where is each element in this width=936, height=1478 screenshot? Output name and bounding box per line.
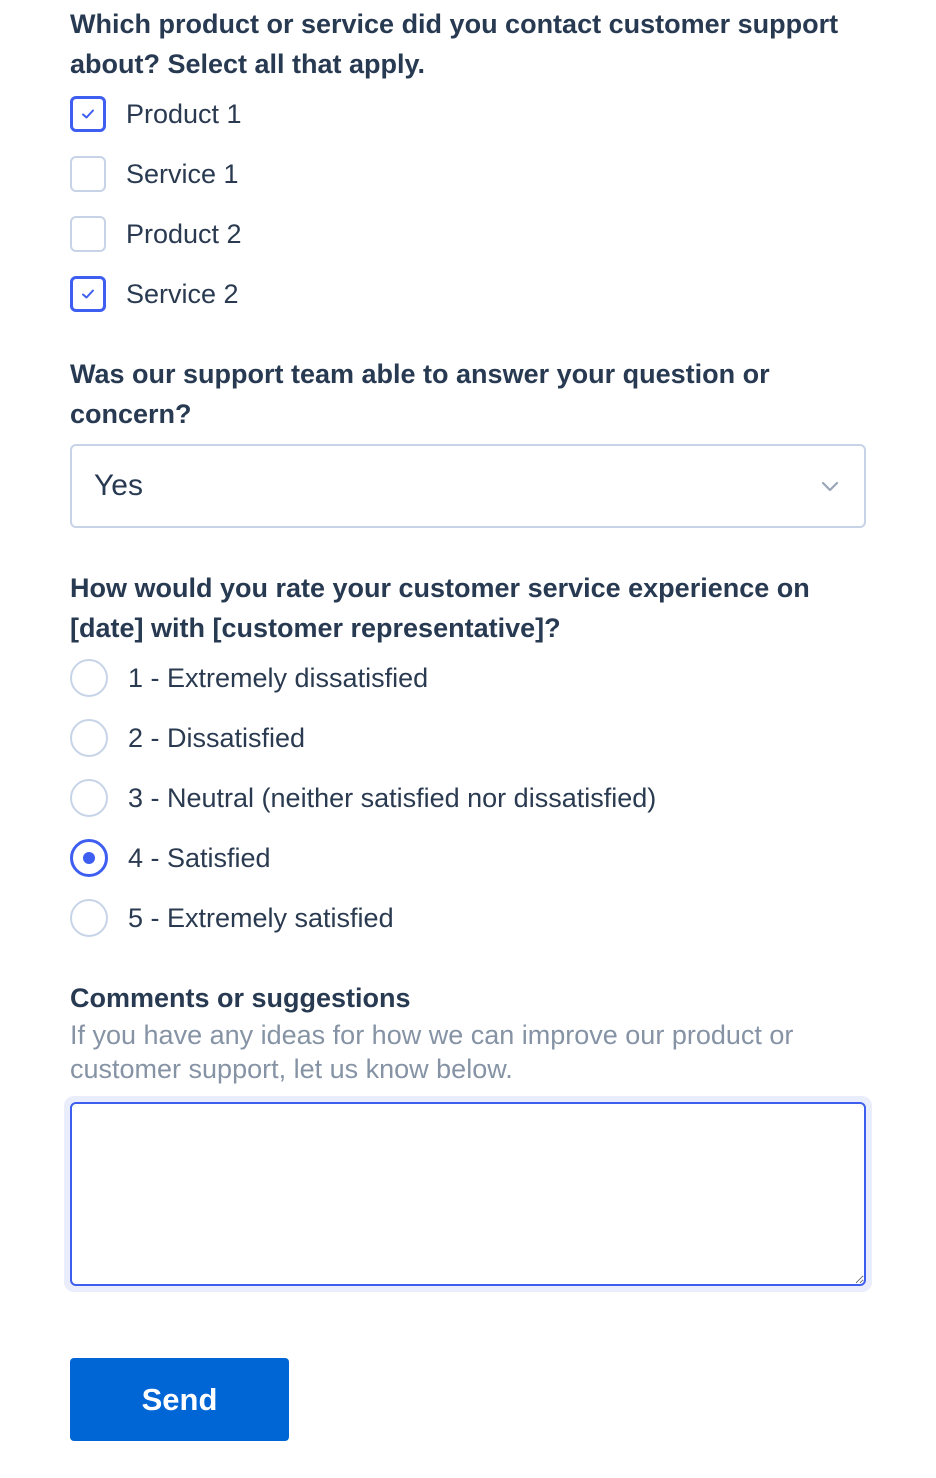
radio-button-selected[interactable] bbox=[70, 839, 108, 877]
q2-label: Was our support team able to answer your… bbox=[70, 359, 770, 429]
check-icon bbox=[82, 109, 94, 119]
comments-focus-ring bbox=[64, 1096, 872, 1292]
radio-option-3[interactable]: 3 - Neutral (neither satisfied nor dissa… bbox=[70, 778, 656, 818]
checkbox-option-service-2[interactable]: Service 2 bbox=[70, 274, 239, 314]
radio-label: 2 - Dissatisfied bbox=[128, 722, 306, 753]
checkbox-label: Service 1 bbox=[126, 158, 239, 189]
checkbox-option-product-1[interactable]: Product 1 bbox=[70, 94, 242, 134]
q1-label: Which product or service did you contact… bbox=[70, 9, 839, 79]
answer-select[interactable]: Yes bbox=[70, 444, 866, 528]
radio-option-4[interactable]: 4 - Satisfied bbox=[70, 838, 271, 878]
check-icon bbox=[82, 289, 94, 299]
send-button[interactable]: Send bbox=[70, 1358, 289, 1441]
radio-button[interactable] bbox=[70, 779, 108, 817]
checkbox-label: Product 2 bbox=[126, 218, 242, 249]
radio-button[interactable] bbox=[70, 659, 108, 697]
q3-label: How would you rate your customer service… bbox=[70, 573, 810, 643]
checkbox-option-service-1[interactable]: Service 1 bbox=[70, 154, 239, 194]
comments-hint: If you have any ideas for how we can imp… bbox=[70, 1020, 794, 1084]
checkbox-checked[interactable] bbox=[70, 96, 106, 132]
radio-label: 4 - Satisfied bbox=[128, 842, 271, 873]
comments-label: Comments or suggestions bbox=[70, 983, 411, 1013]
radio-option-1[interactable]: 1 - Extremely dissatisfied bbox=[70, 658, 428, 698]
checkbox-option-product-2[interactable]: Product 2 bbox=[70, 214, 242, 254]
radio-option-5[interactable]: 5 - Extremely satisfied bbox=[70, 898, 394, 938]
radio-label: 1 - Extremely dissatisfied bbox=[128, 662, 429, 693]
checkbox-unchecked[interactable] bbox=[70, 156, 106, 192]
comments-textarea[interactable] bbox=[70, 1102, 866, 1286]
radio-label: 3 - Neutral (neither satisfied nor dissa… bbox=[128, 782, 657, 813]
checkbox-unchecked[interactable] bbox=[70, 216, 106, 252]
radio-dot-icon bbox=[83, 852, 95, 864]
checkbox-label: Service 2 bbox=[126, 278, 239, 309]
select-value: Yes bbox=[94, 469, 143, 502]
radio-button[interactable] bbox=[70, 899, 108, 937]
checkbox-checked[interactable] bbox=[70, 276, 106, 312]
radio-option-2[interactable]: 2 - Dissatisfied bbox=[70, 718, 305, 758]
radio-label: 5 - Extremely satisfied bbox=[128, 902, 394, 933]
chevron-down-icon bbox=[821, 481, 839, 492]
checkbox-label: Product 1 bbox=[126, 98, 242, 129]
radio-button[interactable] bbox=[70, 719, 108, 757]
